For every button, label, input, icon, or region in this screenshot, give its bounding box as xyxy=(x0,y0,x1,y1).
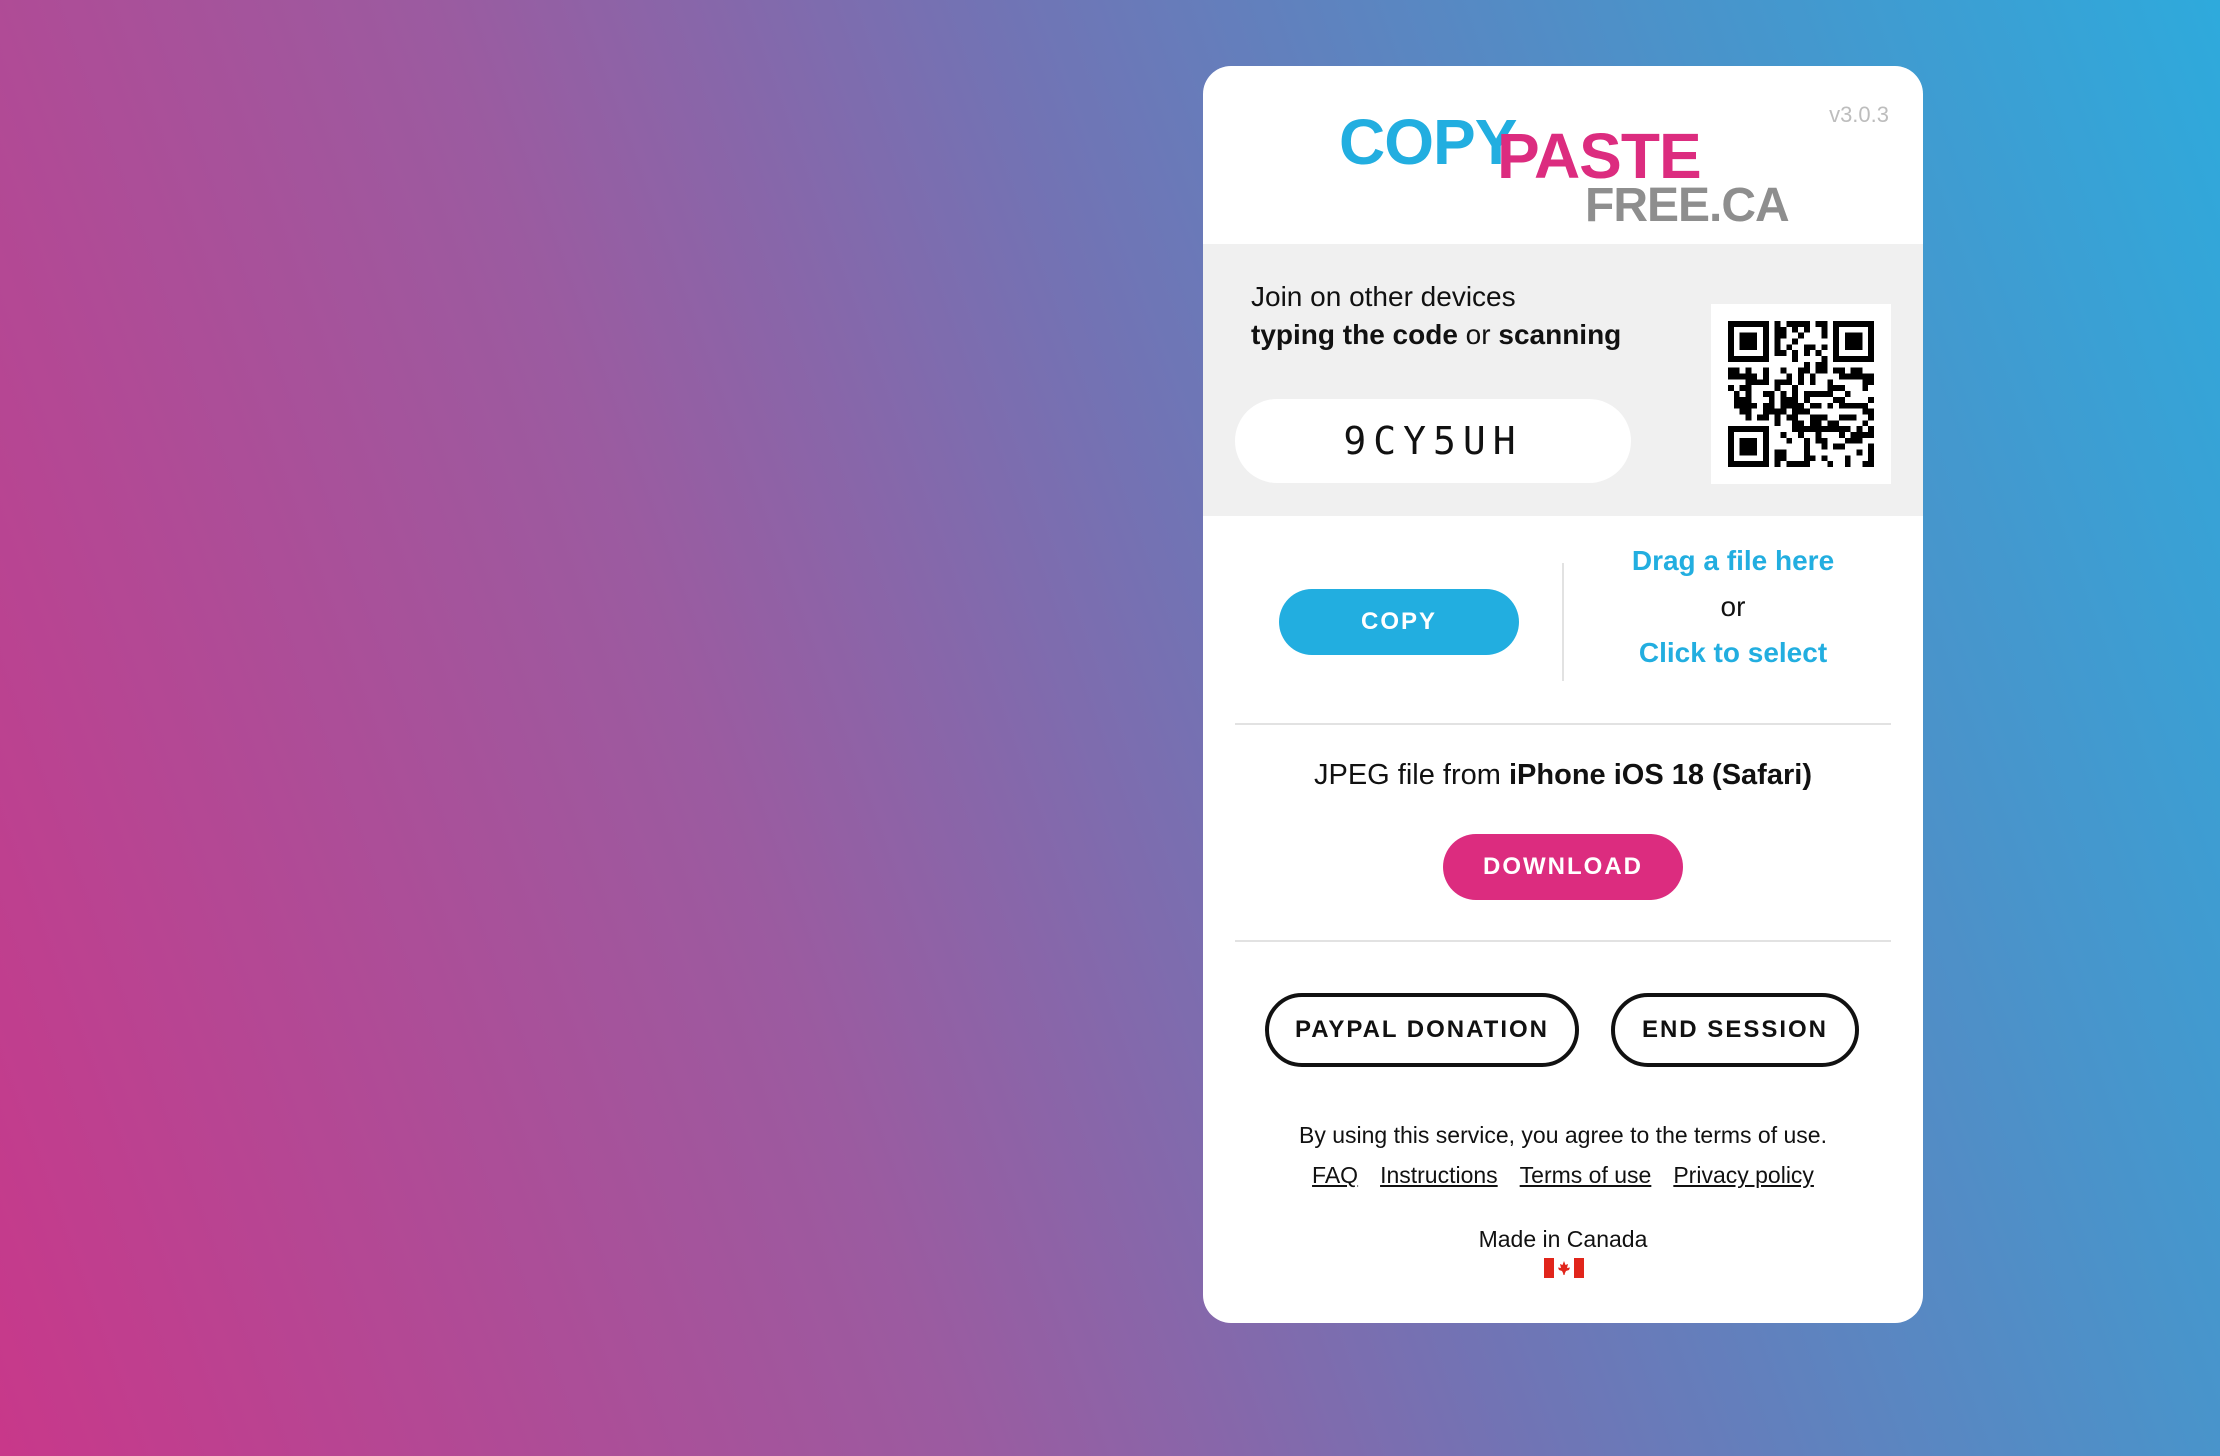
join-line-1: Join on other devices xyxy=(1251,281,1516,312)
logo-free-text: FREE.CA xyxy=(1585,179,1790,232)
join-scanning: scanning xyxy=(1498,319,1622,350)
join-panel: Join on other devices typing the code or… xyxy=(1203,244,1923,516)
drag-file-link[interactable]: Drag a file here xyxy=(1573,538,1893,584)
logo-copy-text: COPY xyxy=(1339,106,1517,178)
privacy-policy-link[interactable]: Privacy policy xyxy=(1673,1162,1814,1189)
version-label: v3.0.3 xyxy=(1829,102,1889,127)
paypal-donation-button[interactable]: PAYPAL DONATION xyxy=(1265,993,1579,1067)
instructions-link[interactable]: Instructions xyxy=(1380,1162,1498,1189)
terms-notice: By using this service, you agree to the … xyxy=(1299,1122,1827,1148)
faq-link[interactable]: FAQ xyxy=(1312,1162,1358,1189)
file-type-text: JPEG file from xyxy=(1314,759,1509,791)
vertical-divider xyxy=(1562,563,1564,681)
terms-of-use-link[interactable]: Terms of use xyxy=(1520,1162,1652,1189)
join-instructions: Join on other devices typing the code or… xyxy=(1251,278,1621,354)
divider xyxy=(1235,940,1891,942)
end-session-button[interactable]: END SESSION xyxy=(1611,993,1859,1067)
qr-code-icon xyxy=(1728,321,1874,467)
canada-flag-icon xyxy=(1544,1258,1584,1278)
file-source: iPhone iOS 18 (Safari) xyxy=(1509,759,1812,791)
footer-links: FAQ Instructions Terms of use Privacy po… xyxy=(1203,1162,1923,1189)
join-typing-code: typing the code xyxy=(1251,319,1458,350)
join-or: or xyxy=(1457,319,1499,350)
session-code[interactable]: 9CY5UH xyxy=(1235,399,1631,483)
join-line-2: typing the code or scanning xyxy=(1251,316,1621,354)
logo[interactable]: COPY PASTE FREE.CA xyxy=(1337,92,1797,230)
qr-code xyxy=(1711,304,1891,484)
made-in-canada: Made in Canada xyxy=(1478,1226,1648,1252)
drop-or-label: or xyxy=(1720,591,1746,622)
copy-button[interactable]: COPY xyxy=(1279,589,1519,655)
main-card: COPY PASTE FREE.CA v3.0.3 Join on other … xyxy=(1203,66,1923,1323)
divider xyxy=(1235,723,1891,725)
header: COPY PASTE FREE.CA v3.0.3 xyxy=(1203,66,1923,244)
file-info: JPEG file from iPhone iOS 18 (Safari) xyxy=(1203,759,1923,792)
click-to-select-link[interactable]: Click to select xyxy=(1573,630,1893,676)
download-button[interactable]: DOWNLOAD xyxy=(1443,834,1683,900)
file-drop-zone[interactable]: Drag a file here or Click to select xyxy=(1573,538,1893,676)
